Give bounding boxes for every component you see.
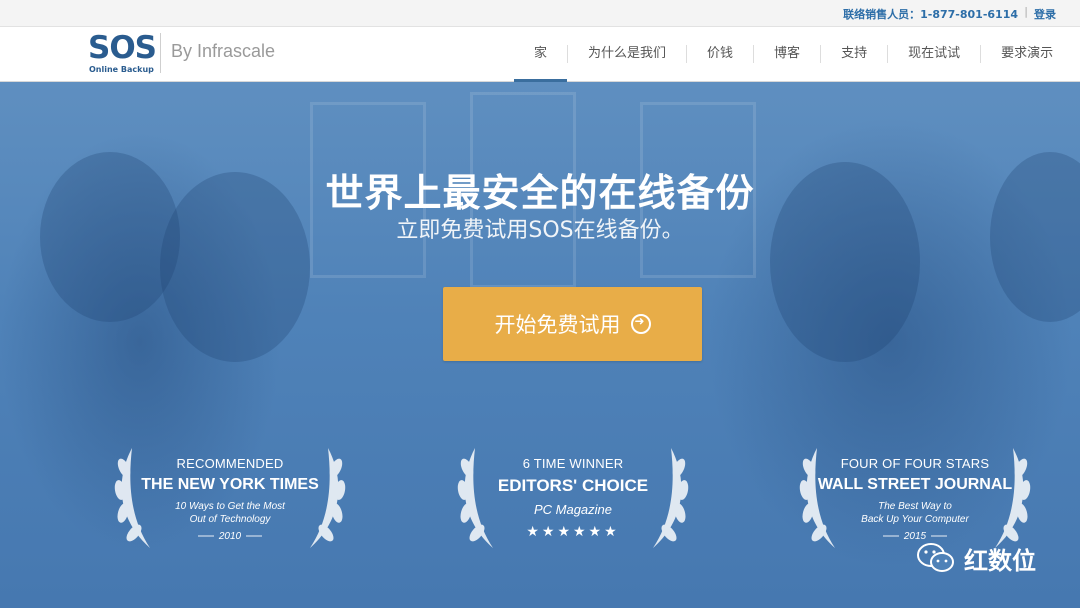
logo-divider [160, 33, 161, 73]
site-header: SOS Online Backup By Infrascale 家 为什么是我们… [0, 27, 1080, 82]
sos-logo[interactable]: SOS Online Backup [88, 31, 157, 75]
nav-item-why-us[interactable]: 为什么是我们 [567, 45, 686, 63]
award-caption-line: Back Up Your Computer [861, 514, 969, 525]
login-link[interactable]: 登录 [1034, 6, 1056, 22]
award-subtitle: 6 TIME WINNER [522, 456, 624, 471]
main-nav: 家 为什么是我们 价钱 博客 支持 现在试试 要求演示 [514, 27, 1073, 82]
nav-item-home[interactable]: 家 [514, 45, 568, 82]
sales-contact[interactable]: 联络销售人员：1-877-801-6114 [843, 6, 1018, 22]
award-title: THE NEW YORK TIMES [141, 476, 319, 493]
award-title: EDITORS' CHOICE [497, 476, 649, 495]
wechat-icon [917, 543, 954, 572]
award-pcmag: 6 TIME WINNER EDITORS' CHOICE PC Magazin… [453, 438, 693, 558]
award-year: 2010 [218, 531, 242, 542]
award-nyt: RECOMMENDED THE NEW YORK TIMES 10 Ways t… [110, 438, 350, 558]
award-caption-line: The Best Way to [878, 501, 952, 512]
hero-headline: 世界上最安全的在线备份 [325, 171, 755, 215]
cta-label: 开始免费试用 [494, 313, 621, 337]
watermark-text: 红数位 [964, 546, 1036, 575]
award-caption: PC Magazine [533, 502, 613, 517]
logo-text: SOS [88, 30, 157, 66]
hero-subheadline: 立即免费试用SOS在线备份。 [396, 218, 684, 243]
nav-item-try-now[interactable]: 现在试试 [887, 45, 980, 63]
award-subtitle: RECOMMENDED [176, 456, 284, 471]
award-caption-line: Out of Technology [189, 514, 271, 525]
nav-item-pricing[interactable]: 价钱 [686, 45, 753, 63]
topbar-separator: | [1024, 5, 1028, 18]
arrow-circle-right-icon [630, 314, 651, 334]
nav-item-blog[interactable]: 博客 [753, 45, 820, 63]
logo-subtitle: Online Backup [89, 65, 154, 74]
nav-item-request-demo[interactable]: 要求演示 [980, 45, 1073, 63]
award-title: WALL STREET JOURNAL [817, 476, 1013, 493]
award-subtitle: FOUR OF FOUR STARS [840, 456, 990, 471]
hero-banner: 世界上最安全的在线备份 立即免费试用SOS在线备份。 开始免费试用 RECOMM… [0, 82, 1080, 608]
byline: By Infrascale [171, 41, 276, 61]
wechat-watermark: 红数位 [916, 538, 1036, 578]
award-caption-line: 10 Ways to Get the Most [175, 501, 285, 512]
award-caption: 10 Ways to Get the Most Out of Technolog… [110, 500, 350, 526]
start-free-trial-button[interactable]: 开始免费试用 [443, 287, 702, 361]
top-utility-bar: 联络销售人员：1-877-801-6114 | 登录 [0, 0, 1080, 27]
nav-item-support[interactable]: 支持 [820, 45, 887, 63]
star-rating-icon: ★★★★★★ [526, 524, 620, 540]
award-caption: The Best Way to Back Up Your Computer [795, 500, 1035, 526]
